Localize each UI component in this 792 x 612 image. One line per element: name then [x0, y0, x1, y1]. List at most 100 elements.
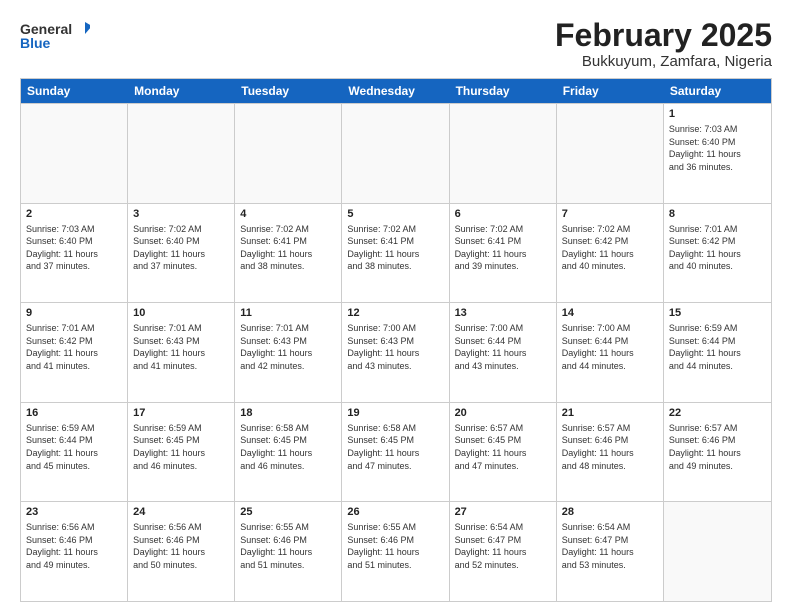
day-info: Sunrise: 7:02 AM Sunset: 6:40 PM Dayligh… [133, 223, 229, 273]
cal-header-cell: Wednesday [342, 79, 449, 103]
day-number: 28 [562, 505, 658, 520]
day-info: Sunrise: 6:58 AM Sunset: 6:45 PM Dayligh… [240, 422, 336, 472]
day-number: 12 [347, 306, 443, 321]
day-number: 10 [133, 306, 229, 321]
page: General Blue February 2025 Bukkuyum, Zam… [0, 0, 792, 612]
day-info: Sunrise: 6:59 AM Sunset: 6:44 PM Dayligh… [26, 422, 122, 472]
day-info: Sunrise: 7:01 AM Sunset: 6:43 PM Dayligh… [240, 322, 336, 372]
calendar-body: 1 Sunrise: 7:03 AM Sunset: 6:40 PM Daylig… [21, 103, 771, 601]
cal-cell: 6Sunrise: 7:02 AM Sunset: 6:41 PM Daylig… [450, 204, 557, 303]
day-number: 5 [347, 207, 443, 222]
day-info: Sunrise: 6:57 AM Sunset: 6:46 PM Dayligh… [562, 422, 658, 472]
cal-cell: 18Sunrise: 6:58 AM Sunset: 6:45 PM Dayli… [235, 403, 342, 502]
day-info: Sunrise: 7:00 AM Sunset: 6:43 PM Dayligh… [347, 322, 443, 372]
day-number: 22 [669, 406, 766, 421]
day-number: 27 [455, 505, 551, 520]
day-info: Sunrise: 6:57 AM Sunset: 6:45 PM Dayligh… [455, 422, 551, 472]
day-number: 4 [240, 207, 336, 222]
day-number: 11 [240, 306, 336, 321]
day-number: 7 [562, 207, 658, 222]
cal-header-cell: Tuesday [235, 79, 342, 103]
cal-cell: 24Sunrise: 6:56 AM Sunset: 6:46 PM Dayli… [128, 502, 235, 601]
cal-cell: 20Sunrise: 6:57 AM Sunset: 6:45 PM Dayli… [450, 403, 557, 502]
day-number: 15 [669, 306, 766, 321]
day-number: 6 [455, 207, 551, 222]
logo: General Blue [20, 18, 90, 54]
cal-header-cell: Thursday [450, 79, 557, 103]
day-number: 14 [562, 306, 658, 321]
day-number: 9 [26, 306, 122, 321]
cal-cell [128, 104, 235, 203]
cal-cell: 14Sunrise: 7:00 AM Sunset: 6:44 PM Dayli… [557, 303, 664, 402]
calendar-header: SundayMondayTuesdayWednesdayThursdayFrid… [21, 79, 771, 103]
header: General Blue February 2025 Bukkuyum, Zam… [20, 18, 772, 70]
day-number: 18 [240, 406, 336, 421]
day-info: Sunrise: 7:01 AM Sunset: 6:42 PM Dayligh… [669, 223, 766, 273]
cal-cell: 21Sunrise: 6:57 AM Sunset: 6:46 PM Dayli… [557, 403, 664, 502]
cal-cell: 8Sunrise: 7:01 AM Sunset: 6:42 PM Daylig… [664, 204, 771, 303]
cal-week-4: 16Sunrise: 6:59 AM Sunset: 6:44 PM Dayli… [21, 402, 771, 502]
subtitle: Bukkuyum, Zamfara, Nigeria [555, 53, 772, 70]
cal-header-cell: Monday [128, 79, 235, 103]
day-info: Sunrise: 6:56 AM Sunset: 6:46 PM Dayligh… [26, 521, 122, 571]
cal-cell: 13Sunrise: 7:00 AM Sunset: 6:44 PM Dayli… [450, 303, 557, 402]
cal-cell: 2Sunrise: 7:03 AM Sunset: 6:40 PM Daylig… [21, 204, 128, 303]
day-number: 2 [26, 207, 122, 222]
cal-cell: 22Sunrise: 6:57 AM Sunset: 6:46 PM Dayli… [664, 403, 771, 502]
cal-cell: 17Sunrise: 6:59 AM Sunset: 6:45 PM Dayli… [128, 403, 235, 502]
day-number: 8 [669, 207, 766, 222]
cal-header-cell: Friday [557, 79, 664, 103]
cal-cell: 10Sunrise: 7:01 AM Sunset: 6:43 PM Dayli… [128, 303, 235, 402]
day-info: Sunrise: 7:01 AM Sunset: 6:43 PM Dayligh… [133, 322, 229, 372]
cal-cell: 1Sunrise: 7:03 AM Sunset: 6:40 PM Daylig… [664, 104, 771, 203]
cal-cell [450, 104, 557, 203]
day-number: 17 [133, 406, 229, 421]
title-block: February 2025 Bukkuyum, Zamfara, Nigeria [555, 18, 772, 70]
main-title: February 2025 [555, 18, 772, 53]
day-info: Sunrise: 7:00 AM Sunset: 6:44 PM Dayligh… [562, 322, 658, 372]
day-info: Sunrise: 7:02 AM Sunset: 6:42 PM Dayligh… [562, 223, 658, 273]
day-number: 3 [133, 207, 229, 222]
cal-cell: 26Sunrise: 6:55 AM Sunset: 6:46 PM Dayli… [342, 502, 449, 601]
cal-header-cell: Saturday [664, 79, 771, 103]
day-info: Sunrise: 7:02 AM Sunset: 6:41 PM Dayligh… [455, 223, 551, 273]
day-info: Sunrise: 6:56 AM Sunset: 6:46 PM Dayligh… [133, 521, 229, 571]
cal-cell: 11Sunrise: 7:01 AM Sunset: 6:43 PM Dayli… [235, 303, 342, 402]
cal-cell: 16Sunrise: 6:59 AM Sunset: 6:44 PM Dayli… [21, 403, 128, 502]
calendar: SundayMondayTuesdayWednesdayThursdayFrid… [20, 78, 772, 602]
day-number: 1 [669, 107, 766, 122]
cal-week-3: 9Sunrise: 7:01 AM Sunset: 6:42 PM Daylig… [21, 302, 771, 402]
cal-header-cell: Sunday [21, 79, 128, 103]
day-info: Sunrise: 7:01 AM Sunset: 6:42 PM Dayligh… [26, 322, 122, 372]
day-number: 26 [347, 505, 443, 520]
day-number: 24 [133, 505, 229, 520]
day-info: Sunrise: 6:55 AM Sunset: 6:46 PM Dayligh… [347, 521, 443, 571]
day-number: 25 [240, 505, 336, 520]
cal-cell [664, 502, 771, 601]
day-info: Sunrise: 7:03 AM Sunset: 6:40 PM Dayligh… [26, 223, 122, 273]
day-info: Sunrise: 7:00 AM Sunset: 6:44 PM Dayligh… [455, 322, 551, 372]
cal-cell [235, 104, 342, 203]
cal-cell: 23Sunrise: 6:56 AM Sunset: 6:46 PM Dayli… [21, 502, 128, 601]
svg-text:Blue: Blue [20, 35, 51, 51]
cal-cell: 25Sunrise: 6:55 AM Sunset: 6:46 PM Dayli… [235, 502, 342, 601]
cal-cell: 7Sunrise: 7:02 AM Sunset: 6:42 PM Daylig… [557, 204, 664, 303]
cal-cell: 28Sunrise: 6:54 AM Sunset: 6:47 PM Dayli… [557, 502, 664, 601]
logo-svg: General Blue [20, 18, 90, 54]
day-number: 16 [26, 406, 122, 421]
day-info: Sunrise: 6:58 AM Sunset: 6:45 PM Dayligh… [347, 422, 443, 472]
cal-cell [557, 104, 664, 203]
cal-cell: 19Sunrise: 6:58 AM Sunset: 6:45 PM Dayli… [342, 403, 449, 502]
day-number: 23 [26, 505, 122, 520]
day-number: 21 [562, 406, 658, 421]
cal-cell: 9Sunrise: 7:01 AM Sunset: 6:42 PM Daylig… [21, 303, 128, 402]
cal-week-2: 2Sunrise: 7:03 AM Sunset: 6:40 PM Daylig… [21, 203, 771, 303]
cal-cell [342, 104, 449, 203]
cal-cell: 4Sunrise: 7:02 AM Sunset: 6:41 PM Daylig… [235, 204, 342, 303]
day-number: 13 [455, 306, 551, 321]
day-info: Sunrise: 6:54 AM Sunset: 6:47 PM Dayligh… [562, 521, 658, 571]
cal-week-5: 23Sunrise: 6:56 AM Sunset: 6:46 PM Dayli… [21, 501, 771, 601]
cal-cell [21, 104, 128, 203]
cal-cell: 15Sunrise: 6:59 AM Sunset: 6:44 PM Dayli… [664, 303, 771, 402]
day-info: Sunrise: 6:59 AM Sunset: 6:45 PM Dayligh… [133, 422, 229, 472]
